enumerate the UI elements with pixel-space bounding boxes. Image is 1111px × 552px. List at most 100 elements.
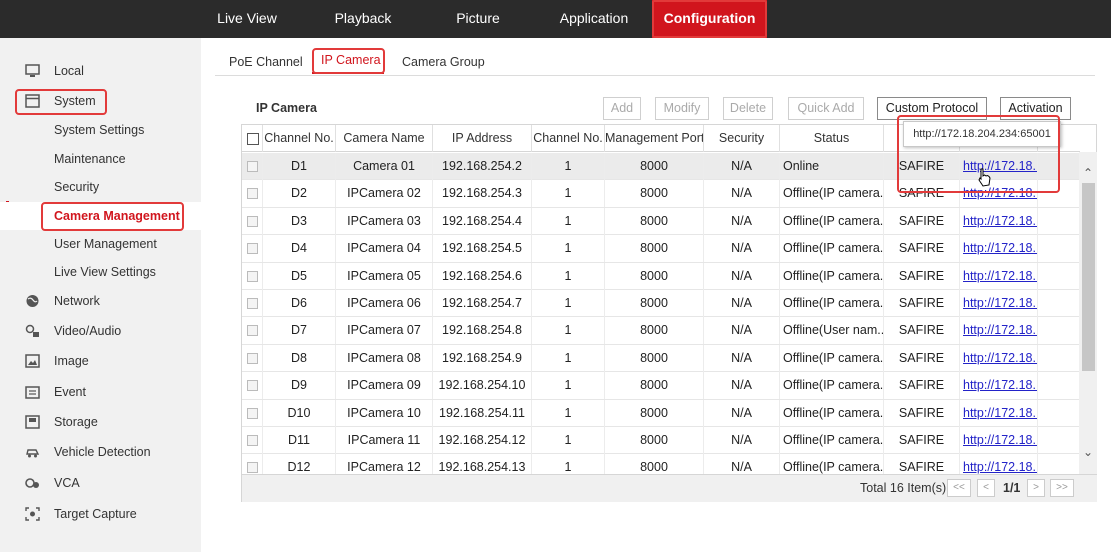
row-checkbox[interactable] (247, 325, 258, 337)
header-channel-no-2[interactable]: Channel No. (532, 125, 605, 152)
cell-connection[interactable]: http://172.18... (960, 372, 1038, 400)
cell-security: N/A (704, 153, 780, 180)
sidebar-item-security[interactable]: Security (0, 174, 201, 200)
sidebar-item-camera-management[interactable]: Camera Management (0, 202, 201, 230)
cell-camera-name: IPCamera 03 (336, 207, 433, 235)
table-row[interactable]: D7 IPCamera 07 192.168.254.8 1 8000 N/A Offlin… (242, 317, 1080, 345)
scroll-down-icon[interactable]: ⌄ (1080, 443, 1096, 461)
row-checkbox[interactable] (247, 188, 258, 200)
next-page-button[interactable]: > (1027, 479, 1045, 497)
cell-channel-no-2: 1 (532, 207, 605, 235)
header-ip-address[interactable]: IP Address (433, 125, 532, 152)
row-checkbox[interactable] (247, 243, 258, 255)
video-audio-icon (25, 324, 39, 337)
nav-configuration[interactable]: Configuration (652, 0, 767, 38)
row-checkbox[interactable] (247, 352, 258, 364)
sidebar-item-local[interactable]: Local (0, 58, 201, 84)
table-row[interactable]: D4 IPCamera 04 192.168.254.5 1 8000 N/A Offlin… (242, 235, 1080, 263)
table-row[interactable]: D6 IPCamera 06 192.168.254.7 1 8000 N/A Offlin… (242, 290, 1080, 318)
modify-button[interactable]: Modify (655, 97, 709, 120)
cell-connection[interactable]: http://172.18... (960, 235, 1038, 263)
delete-button[interactable]: Delete (723, 97, 773, 120)
tab-poe-channel[interactable]: PoE Channel (229, 49, 303, 75)
row-checkbox[interactable] (247, 462, 258, 474)
header-channel-no[interactable]: Channel No. (263, 125, 336, 152)
sidebar-item-target-capture[interactable]: Target Capture (0, 501, 201, 527)
nav-picture[interactable]: Picture (434, 0, 522, 38)
tab-camera-group[interactable]: Camera Group (402, 49, 485, 75)
cell-channel-no: D2 (263, 180, 336, 208)
monitor-icon (25, 64, 40, 77)
custom-protocol-button[interactable]: Custom Protocol (877, 97, 987, 120)
add-button[interactable]: Add (603, 97, 641, 120)
quick-add-button[interactable]: Quick Add (788, 97, 864, 120)
prev-page-button[interactable]: < (977, 479, 995, 497)
cell-management-port: 8000 (605, 344, 704, 372)
cell-camera-name: Camera 01 (336, 153, 433, 180)
cell-security: N/A (704, 262, 780, 290)
cell-channel-no-2: 1 (532, 180, 605, 208)
nav-live-view[interactable]: Live View (201, 0, 293, 38)
cell-connection[interactable]: http://172.18... (960, 399, 1038, 427)
scroll-up-icon[interactable]: ⌃ (1080, 164, 1096, 182)
cell-connection[interactable]: http://172.18... (960, 262, 1038, 290)
total-items: Total 16 Item(s) (860, 481, 947, 495)
cell-connection[interactable]: http://172.18... (960, 427, 1038, 454)
header-security[interactable]: Security (704, 125, 780, 152)
sidebar-item-live-view-settings[interactable]: Live View Settings (0, 259, 201, 285)
tab-ip-camera[interactable]: IP Camera (321, 47, 381, 73)
activation-button[interactable]: Activation (1000, 97, 1071, 120)
table-row[interactable]: D11 IPCamera 11 192.168.254.12 1 8000 N/A Offl… (242, 427, 1080, 455)
table-row[interactable]: D5 IPCamera 05 192.168.254.6 1 8000 N/A Offlin… (242, 262, 1080, 290)
row-checkbox[interactable] (247, 380, 258, 392)
cell-connection[interactable]: http://172.18... (960, 317, 1038, 345)
url-tooltip: http://172.18.204.234:65001 (903, 121, 1061, 147)
hand-cursor-icon (978, 168, 991, 187)
sidebar-item-system[interactable]: System (0, 88, 201, 114)
row-checkbox[interactable] (247, 161, 258, 172)
cell-connection[interactable]: http://172.18... (960, 344, 1038, 372)
cell-connection[interactable]: http://172.18... (960, 290, 1038, 317)
nav-application[interactable]: Application (548, 0, 640, 38)
table-row[interactable]: D1 Camera 01 192.168.254.2 1 8000 N/A Online SA… (242, 153, 1080, 181)
row-checkbox[interactable] (247, 407, 258, 419)
sidebar-item-storage[interactable]: Storage (0, 409, 201, 435)
row-checkbox[interactable] (247, 215, 258, 227)
sidebar-item-event[interactable]: Event (0, 379, 201, 405)
header-management-port[interactable]: Management Port (605, 125, 704, 152)
sidebar-item-video-audio[interactable]: Video/Audio (0, 318, 201, 344)
row-checkbox[interactable] (247, 435, 258, 446)
cell-channel-no-2: 1 (532, 427, 605, 454)
sidebar-item-network[interactable]: Network (0, 288, 201, 314)
cell-channel-no-2: 1 (532, 235, 605, 263)
table-row[interactable]: D3 IPCamera 03 192.168.254.4 1 8000 N/A Offlin… (242, 207, 1080, 236)
header-status[interactable]: Status (780, 125, 884, 152)
sidebar-item-vca[interactable]: VCA (0, 470, 201, 496)
header-camera-name[interactable]: Camera Name (336, 125, 433, 152)
sidebar-item-system-settings[interactable]: System Settings (0, 117, 201, 143)
table-row[interactable]: D9 IPCamera 09 192.168.254.10 1 8000 N/A Offli… (242, 372, 1080, 400)
sidebar-item-image[interactable]: Image (0, 348, 201, 374)
first-page-button[interactable]: << (947, 479, 971, 497)
sidebar-item-maintenance[interactable]: Maintenance (0, 146, 201, 172)
scrollbar-thumb[interactable] (1082, 183, 1095, 371)
row-checkbox[interactable] (247, 298, 258, 309)
cell-status: Offline(IP camera... (780, 290, 884, 317)
sidebar-item-user-management[interactable]: User Management (0, 231, 201, 257)
image-icon (25, 354, 40, 368)
tab-active-indicator (312, 72, 384, 74)
cell-ip-address: 192.168.254.2 (433, 153, 532, 180)
select-all-checkbox[interactable] (247, 133, 259, 145)
cell-connection[interactable]: http://172.18... (960, 180, 1038, 208)
cell-connection[interactable]: http://172.18... (960, 207, 1038, 235)
nav-playback[interactable]: Playback (318, 0, 408, 38)
sidebar-item-vehicle-detection[interactable]: Vehicle Detection (0, 439, 201, 465)
row-checkbox[interactable] (247, 270, 258, 282)
cell-protocol: SAFIRE (884, 290, 960, 317)
last-page-button[interactable]: >> (1050, 479, 1074, 497)
table-row[interactable]: D10 IPCamera 10 192.168.254.11 1 8000 N/A Offl… (242, 399, 1080, 427)
cell-camera-name: IPCamera 05 (336, 262, 433, 290)
table-row[interactable]: D2 IPCamera 02 192.168.254.3 1 8000 N/A Offlin… (242, 180, 1080, 208)
table-row[interactable]: D8 IPCamera 08 192.168.254.9 1 8000 N/A Offlin… (242, 344, 1080, 373)
cell-connection[interactable]: http://172.18... (960, 153, 1038, 180)
